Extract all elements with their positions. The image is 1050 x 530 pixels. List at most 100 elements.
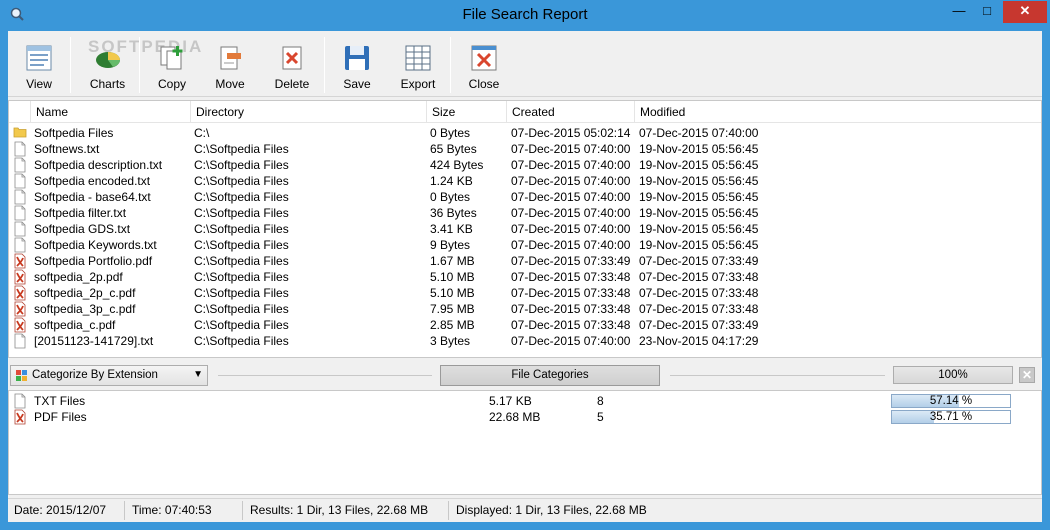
file-created: 07-Dec-2015 07:33:48	[511, 318, 631, 332]
pdf-file-icon	[13, 301, 29, 317]
save-icon	[345, 46, 369, 70]
file-size: 9 Bytes	[430, 238, 471, 252]
category-progress-bar: 35.71 %	[891, 410, 1011, 424]
file-created: 07-Dec-2015 07:40:00	[511, 174, 631, 188]
file-name: softpedia_c.pdf	[34, 318, 116, 332]
file-directory: C:\Softpedia Files	[194, 142, 289, 156]
file-created: 07-Dec-2015 07:33:48	[511, 302, 631, 316]
move-label: Move	[215, 77, 245, 91]
file-row[interactable]: Softpedia GDS.txt C:\Softpedia Files 3.41 …	[9, 221, 1041, 237]
file-name: Softpedia GDS.txt	[34, 222, 131, 236]
file-row[interactable]: Softnews.txt C:\Softpedia Files 65 Bytes 07…	[9, 141, 1041, 157]
header-name[interactable]: Name	[31, 101, 191, 123]
status-results: Results: 1 Dir, 13 Files, 22.68 MB	[250, 503, 429, 517]
text-file-icon	[13, 157, 29, 173]
text-file-icon	[13, 189, 29, 205]
file-row[interactable]: softpedia_3p_c.pdf C:\Softpedia Files 7.95…	[9, 301, 1041, 317]
file-created: 07-Dec-2015 07:33:49	[511, 254, 631, 268]
file-directory: C:\Softpedia Files	[194, 286, 289, 300]
categorize-selected: Categorize By Extension	[32, 369, 158, 381]
window-title: File Search Report	[462, 6, 588, 23]
file-name: Softpedia Files	[34, 126, 114, 140]
view-label: View	[26, 77, 52, 91]
toolbar: SOFTPEDIA View Charts Copy Move Delete S…	[8, 31, 1042, 97]
pdf-file-icon	[13, 317, 29, 333]
file-directory: C:\Softpedia Files	[194, 222, 289, 236]
file-list[interactable]: Name Directory Size Created Modified Sof…	[8, 100, 1042, 358]
export-button[interactable]: Export	[392, 35, 444, 93]
toolbar-separator	[70, 37, 71, 93]
file-row[interactable]: Softpedia encoded.txt C:\Softpedia Files 1…	[9, 173, 1041, 189]
status-separator	[242, 501, 243, 520]
maximize-button[interactable]: □	[973, 1, 1001, 23]
category-row[interactable]: PDF Files 22.68 MB 5 35.71 %	[9, 409, 1041, 425]
delete-button[interactable]: Delete	[266, 35, 318, 93]
category-count: 5	[597, 410, 604, 424]
close-categories-icon[interactable]: ✕	[1019, 367, 1035, 383]
file-row[interactable]: softpedia_2p.pdf C:\Softpedia Files 5.10 M…	[9, 269, 1041, 285]
file-row[interactable]: softpedia_2p_c.pdf C:\Softpedia Files 5.10…	[9, 285, 1041, 301]
header-directory[interactable]: Directory	[191, 101, 427, 123]
header-size[interactable]: Size	[427, 101, 507, 123]
text-file-icon	[13, 141, 29, 157]
client-area: SOFTPEDIA View Charts Copy Move Delete S…	[8, 31, 1042, 522]
header-created[interactable]: Created	[507, 101, 635, 123]
file-size: 36 Bytes	[430, 206, 477, 220]
file-name: Softpedia Keywords.txt	[34, 238, 157, 252]
file-size: 1.24 KB	[430, 174, 473, 188]
text-file-icon	[13, 205, 29, 221]
file-row[interactable]: softpedia_c.pdf C:\Softpedia Files 2.85 MB…	[9, 317, 1041, 333]
charts-label: Charts	[89, 77, 126, 91]
categorize-dropdown[interactable]: Categorize By Extension ▼	[10, 365, 208, 386]
status-separator	[448, 501, 449, 520]
category-row[interactable]: TXT Files 5.17 KB 8 57.14 %	[9, 393, 1041, 409]
delete-label: Delete	[274, 77, 310, 91]
text-file-icon	[13, 221, 29, 237]
app-window: File Search Report — □ ✕ SOFTPEDIA View	[0, 0, 1050, 530]
copy-button[interactable]: Copy	[148, 35, 196, 93]
file-categories-button[interactable]: File Categories	[440, 365, 660, 386]
minimize-button[interactable]: —	[945, 1, 973, 23]
file-name: softpedia_2p.pdf	[34, 270, 123, 284]
file-name: softpedia_3p_c.pdf	[34, 302, 136, 316]
header-modified[interactable]: Modified	[635, 101, 1041, 123]
close-button[interactable]: Close	[460, 35, 508, 93]
category-count: 8	[597, 394, 604, 408]
file-name: Softpedia encoded.txt	[34, 174, 151, 188]
file-row[interactable]: Softpedia Portfolio.pdf C:\Softpedia File…	[9, 253, 1041, 269]
file-created: 07-Dec-2015 07:40:00	[511, 158, 631, 172]
file-row[interactable]: Softpedia description.txt C:\Softpedia Fi…	[9, 157, 1041, 173]
charts-button[interactable]: Charts	[80, 35, 135, 93]
file-list-rows: Softpedia Files C:\ 0 Bytes 07-Dec-2015 05:…	[9, 125, 1041, 349]
file-size: 2.85 MB	[430, 318, 475, 332]
category-list[interactable]: TXT Files 5.17 KB 8 57.14 % PDF Files 22.68 M…	[8, 390, 1042, 495]
category-progress-bar: 57.14 %	[891, 394, 1011, 408]
file-row[interactable]: Softpedia Keywords.txt C:\Softpedia Files…	[9, 237, 1041, 253]
file-modified: 19-Nov-2015 05:56:45	[639, 174, 759, 188]
divider	[218, 375, 432, 376]
text-file-icon	[13, 393, 29, 409]
file-directory: C:\	[194, 126, 210, 140]
copy-label: Copy	[157, 77, 186, 91]
status-separator	[124, 501, 125, 520]
category-name: TXT Files	[34, 394, 86, 408]
file-directory: C:\Softpedia Files	[194, 238, 289, 252]
file-name: [20151123-141729].txt	[34, 334, 154, 348]
file-size: 424 Bytes	[430, 158, 484, 172]
move-button[interactable]: Move	[206, 35, 254, 93]
file-directory: C:\Softpedia Files	[194, 302, 289, 316]
title-bar[interactable]: File Search Report — □ ✕	[0, 0, 1050, 30]
view-button[interactable]: View	[14, 35, 64, 93]
status-bar: Date: 2015/12/07 Time: 07:40:53 Results:…	[8, 498, 1042, 522]
save-label: Save	[343, 77, 371, 91]
file-row[interactable]: Softpedia filter.txt C:\Softpedia Files 36…	[9, 205, 1041, 221]
view-icon	[26, 45, 52, 71]
file-row[interactable]: Softpedia Files C:\ 0 Bytes 07-Dec-2015 05:…	[9, 125, 1041, 141]
window-close-button[interactable]: ✕	[1003, 1, 1047, 23]
file-row[interactable]: [20151123-141729].txt C:\Softpedia Files 3…	[9, 333, 1041, 349]
file-row[interactable]: Softpedia - base64.txt C:\Softpedia Files…	[9, 189, 1041, 205]
header-icon-column[interactable]	[9, 101, 31, 123]
toolbar-separator	[324, 37, 325, 93]
save-button[interactable]: Save	[333, 35, 381, 93]
file-list-header: Name Directory Size Created Modified	[9, 101, 1041, 123]
